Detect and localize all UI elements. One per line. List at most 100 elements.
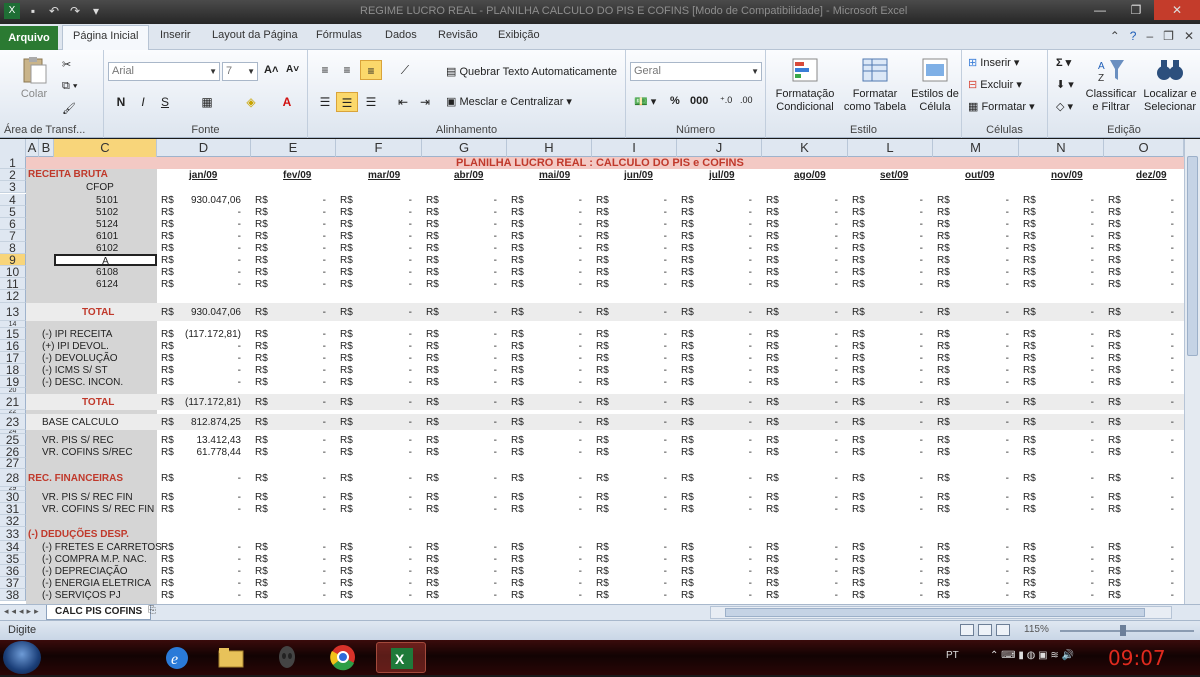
close-button[interactable]: ✕ [1154, 0, 1200, 20]
sheet-nav-arrows[interactable]: ◂◂◂▸▸ [4, 606, 42, 617]
value-cell[interactable]: - [868, 267, 923, 278]
collapse-ribbon-icon[interactable]: ⌃ [1110, 29, 1120, 43]
value-cell[interactable]: - [697, 219, 752, 230]
value-cell[interactable]: - [271, 566, 326, 577]
row-label[interactable]: (-) DESC. INCON. [42, 377, 123, 388]
column-header-a[interactable]: A [26, 139, 39, 157]
value-cell[interactable]: - [356, 243, 412, 254]
value-cell[interactable]: - [442, 566, 497, 577]
paste-button[interactable]: Colar [14, 56, 54, 101]
column-header-l[interactable]: L [848, 139, 933, 157]
value-cell[interactable]: - [271, 554, 326, 565]
grow-font-icon[interactable]: A˄ [264, 64, 278, 76]
find-select-button[interactable]: Localizar e Selecionar [1140, 56, 1200, 114]
value-cell[interactable]: - [1039, 329, 1094, 340]
conditional-formatting-button[interactable]: Formatação Condicional [770, 56, 840, 114]
value-cell[interactable]: - [612, 377, 667, 388]
value-cell[interactable]: 13.412,43 [177, 435, 242, 446]
cell-styles-button[interactable]: Estilos de Célula [910, 56, 960, 114]
month-header[interactable]: ago/09 [794, 170, 826, 181]
column-header-f[interactable]: F [336, 139, 422, 157]
value-cell[interactable]: - [442, 554, 497, 565]
align-center-icon[interactable]: ☰ [336, 92, 358, 112]
value-cell[interactable]: - [612, 243, 667, 254]
value-cell[interactable]: - [527, 207, 582, 218]
value-cell[interactable]: - [271, 341, 326, 352]
value-cell[interactable]: - [868, 492, 923, 503]
column-header-k[interactable]: K [762, 139, 848, 157]
value-cell[interactable]: - [271, 195, 326, 206]
tab-insert[interactable]: Inserir [160, 29, 191, 41]
value-cell[interactable]: - [1124, 195, 1174, 206]
value-cell[interactable]: - [782, 473, 838, 484]
value-cell[interactable]: - [868, 590, 923, 601]
row-label[interactable]: 6102 [96, 243, 118, 254]
value-cell[interactable]: - [1039, 435, 1094, 446]
month-header[interactable]: jul/09 [709, 170, 735, 181]
value-cell[interactable]: - [782, 365, 838, 376]
value-cell[interactable]: - [1124, 504, 1174, 515]
value-cell[interactable]: - [1124, 435, 1174, 446]
value-cell[interactable]: - [442, 447, 497, 458]
value-cell[interactable]: - [782, 219, 838, 230]
value-cell[interactable]: - [953, 578, 1009, 589]
value-cell[interactable]: - [356, 417, 412, 428]
value-cell[interactable]: - [1124, 447, 1174, 458]
row-label[interactable]: VR. PIS S/ REC [42, 435, 114, 446]
value-cell[interactable]: - [356, 365, 412, 376]
column-header-c[interactable]: C [54, 139, 157, 157]
row-label[interactable]: TOTAL [82, 307, 114, 318]
value-cell[interactable]: - [527, 542, 582, 553]
value-cell[interactable]: - [271, 255, 326, 266]
value-cell[interactable]: - [697, 255, 752, 266]
value-cell[interactable]: - [442, 578, 497, 589]
value-cell[interactable]: - [271, 307, 326, 318]
tray-icons[interactable]: ⌃ ⌨ ▮ ◍ ▣ ≋ 🔊 [990, 650, 1074, 661]
row-header[interactable]: 23 [0, 414, 26, 430]
value-cell[interactable]: - [612, 447, 667, 458]
clear-icon[interactable]: ◇ ▾ [1056, 100, 1073, 113]
value-cell[interactable]: - [612, 473, 667, 484]
value-cell[interactable]: - [356, 219, 412, 230]
value-cell[interactable]: - [868, 219, 923, 230]
value-cell[interactable]: - [1124, 542, 1174, 553]
value-cell[interactable]: - [442, 417, 497, 428]
value-cell[interactable]: - [271, 267, 326, 278]
file-explorer-icon[interactable] [206, 642, 256, 673]
value-cell[interactable]: - [612, 329, 667, 340]
bold-button[interactable]: N [110, 92, 132, 112]
tab-review[interactable]: Revisão [438, 29, 478, 41]
value-cell[interactable]: - [527, 397, 582, 408]
value-cell[interactable]: - [782, 307, 838, 318]
language-indicator[interactable]: PT [946, 650, 959, 661]
value-cell[interactable]: - [697, 279, 752, 290]
value-cell[interactable]: - [356, 473, 412, 484]
value-cell[interactable]: - [868, 417, 923, 428]
row-header[interactable]: 12 [0, 290, 26, 303]
orientation-icon[interactable]: ⟋ [394, 60, 416, 80]
value-cell[interactable]: - [356, 341, 412, 352]
value-cell[interactable]: - [697, 353, 752, 364]
value-cell[interactable]: - [1039, 492, 1094, 503]
excel-taskbar-icon[interactable]: X [376, 642, 426, 673]
value-cell[interactable]: - [527, 341, 582, 352]
value-cell[interactable]: - [271, 243, 326, 254]
row-label[interactable]: (-) COMPRA M.P. NAC. [42, 554, 147, 565]
value-cell[interactable]: - [697, 377, 752, 388]
month-header[interactable]: fev/09 [283, 170, 311, 181]
value-cell[interactable]: - [612, 542, 667, 553]
value-cell[interactable]: - [868, 307, 923, 318]
row-label[interactable]: (-) DEDUÇÕES DESP. [28, 529, 129, 540]
row-label[interactable]: BASE CALCULO [42, 417, 119, 428]
tab-view[interactable]: Exibição [498, 29, 540, 41]
row-label[interactable]: TOTAL [82, 397, 114, 408]
sort-filter-button[interactable]: AZ Classificar e Filtrar [1082, 56, 1140, 114]
value-cell[interactable]: - [271, 492, 326, 503]
value-cell[interactable]: - [782, 195, 838, 206]
value-cell[interactable]: - [1124, 554, 1174, 565]
value-cell[interactable]: - [527, 243, 582, 254]
value-cell[interactable]: - [868, 554, 923, 565]
value-cell[interactable]: - [868, 341, 923, 352]
value-cell[interactable]: - [782, 279, 838, 290]
value-cell[interactable]: - [953, 307, 1009, 318]
